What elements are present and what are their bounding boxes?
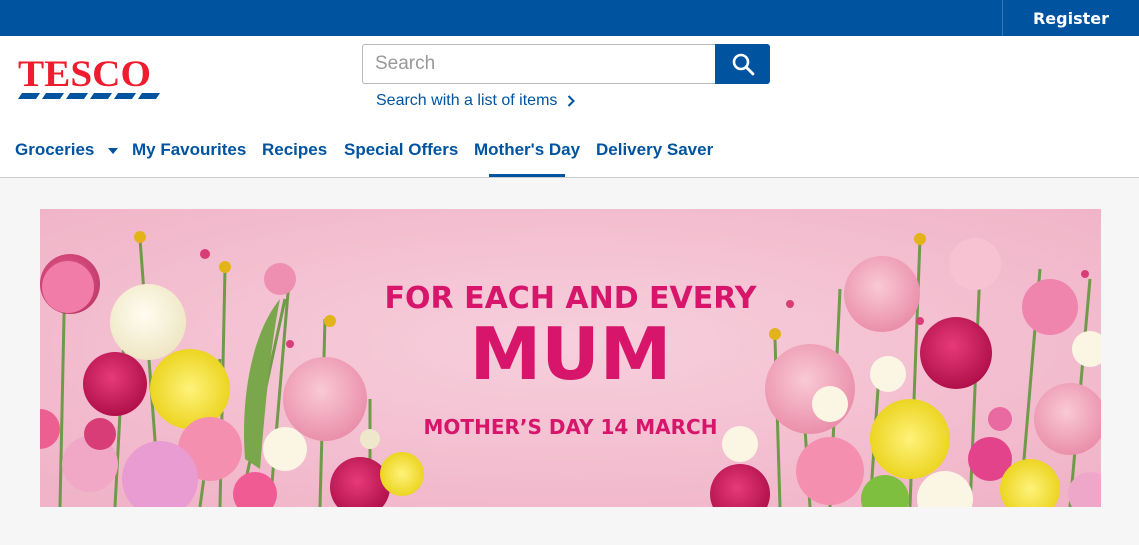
nav-item-special-offers[interactable]: Special Offers bbox=[344, 140, 458, 160]
chevron-right-icon bbox=[568, 95, 576, 107]
logo-stripes bbox=[18, 93, 160, 99]
nav-item-label: Recipes bbox=[262, 140, 328, 159]
nav-item-groceries[interactable]: Groceries bbox=[15, 140, 119, 160]
register-link[interactable]: Register bbox=[1002, 0, 1139, 36]
search-icon bbox=[732, 53, 754, 76]
nav-item-recipes[interactable]: Recipes bbox=[262, 140, 327, 160]
main-nav: Groceries My Favourites Recipes Special … bbox=[0, 132, 1139, 178]
nav-item-label: Groceries bbox=[15, 140, 95, 159]
banner-date: MOTHER’S DAY 14 MARCH bbox=[423, 415, 718, 439]
search-input[interactable] bbox=[362, 44, 716, 84]
search-list-link[interactable]: Search with a list of items bbox=[376, 92, 576, 110]
tesco-logo[interactable]: TESCO bbox=[18, 56, 160, 100]
search-button[interactable] bbox=[715, 44, 770, 84]
logo-wordmark: TESCO bbox=[18, 54, 151, 95]
search-list-label: Search with a list of items bbox=[376, 92, 558, 109]
nav-item-mothers-day[interactable]: Mother's Day bbox=[474, 140, 581, 177]
nav-item-delivery-saver[interactable]: Delivery Saver bbox=[596, 140, 713, 160]
nav-item-label: Special Offers bbox=[344, 140, 459, 159]
search-bar bbox=[362, 44, 770, 84]
nav-item-label: Mother's Day bbox=[474, 140, 581, 159]
nav-item-label: Delivery Saver bbox=[596, 140, 714, 159]
nav-item-label: My Favourites bbox=[132, 140, 247, 159]
chevron-down-icon bbox=[108, 147, 119, 154]
site-header: TESCO Search with a list of items Grocer… bbox=[0, 36, 1139, 178]
mothers-day-banner[interactable]: FOR EACH AND EVERY MUM MOTHER’S DAY 14 M… bbox=[40, 209, 1101, 507]
top-bar: Register bbox=[0, 0, 1139, 36]
nav-item-my-favourites[interactable]: My Favourites bbox=[132, 140, 246, 160]
banner-headline-mum: MUM bbox=[469, 312, 672, 396]
